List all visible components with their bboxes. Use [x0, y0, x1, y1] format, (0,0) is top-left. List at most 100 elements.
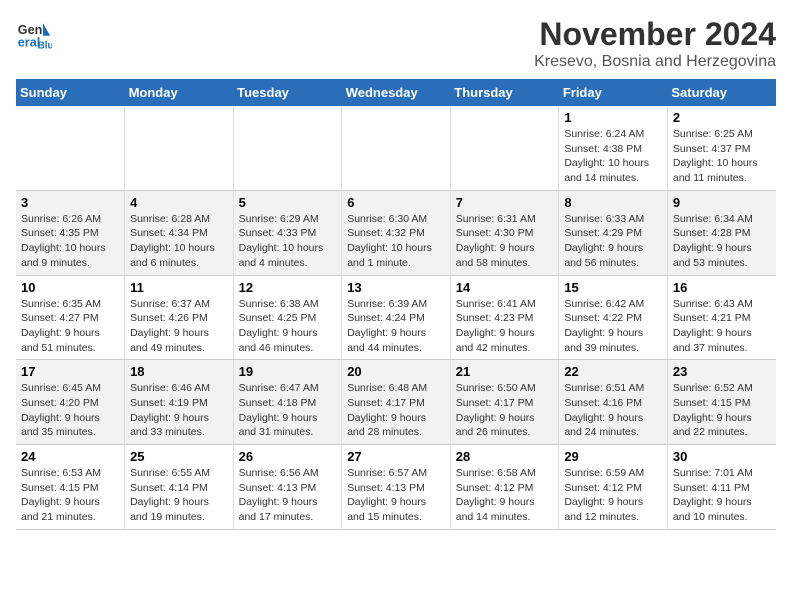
- day-info: Sunrise: 6:31 AM Sunset: 4:30 PM Dayligh…: [456, 212, 554, 271]
- day-number: 18: [130, 364, 228, 379]
- calendar-cell: 12Sunrise: 6:38 AM Sunset: 4:25 PM Dayli…: [233, 275, 342, 360]
- day-info: Sunrise: 6:55 AM Sunset: 4:14 PM Dayligh…: [130, 466, 228, 525]
- day-number: 5: [239, 195, 337, 210]
- calendar-cell: 29 Sunrise: 6:59 AM Sunset: 4:12 PM Dayli…: [559, 445, 668, 530]
- day-number: 29: [564, 449, 662, 464]
- day-number: 14: [456, 280, 554, 295]
- weekday-header-thursday: Thursday: [450, 79, 559, 106]
- day-number: 7: [456, 195, 554, 210]
- day-number: 21: [456, 364, 554, 379]
- day-info: Sunrise: 6:48 AM Sunset: 4:17 PM Dayligh…: [347, 381, 445, 440]
- day-number: 3: [21, 195, 119, 210]
- day-info: Sunrise: 6:24 AM Sunset: 4:38 PM Dayligh…: [564, 127, 662, 186]
- calendar-cell: 3 Sunrise: 6:26 AM Sunset: 4:35 PM Daylig…: [16, 190, 125, 275]
- calendar-cell: 24Sunrise: 6:53 AM Sunset: 4:15 PM Dayli…: [16, 445, 125, 530]
- day-number: 11: [130, 280, 228, 295]
- day-number: 6: [347, 195, 445, 210]
- day-number: 30: [673, 449, 771, 464]
- day-number: 27: [347, 449, 445, 464]
- day-number: 8: [564, 195, 662, 210]
- day-info: Sunrise: 6:29 AM Sunset: 4:33 PM Dayligh…: [239, 212, 337, 271]
- day-number: 1: [564, 110, 662, 125]
- day-number: 20: [347, 364, 445, 379]
- calendar-cell: 1 Sunrise: 6:24 AM Sunset: 4:38 PM Daylig…: [559, 106, 668, 190]
- day-info: Sunrise: 6:35 AM Sunset: 4:27 PM Dayligh…: [21, 297, 119, 356]
- weekday-header-sunday: Sunday: [16, 79, 125, 106]
- calendar-cell: 16 Sunrise: 6:43 AM Sunset: 4:21 PM Dayli…: [667, 275, 776, 360]
- day-number: 22: [564, 364, 662, 379]
- week-row-0: 1 Sunrise: 6:24 AM Sunset: 4:38 PM Daylig…: [16, 106, 776, 190]
- day-info: Sunrise: 6:56 AM Sunset: 4:13 PM Dayligh…: [239, 466, 337, 525]
- calendar-table: SundayMondayTuesdayWednesdayThursdayFrid…: [16, 79, 776, 530]
- day-number: 23: [673, 364, 771, 379]
- calendar-cell: 14 Sunrise: 6:41 AM Sunset: 4:23 PM Dayli…: [450, 275, 559, 360]
- calendar-cell: 30 Sunrise: 7:01 AM Sunset: 4:11 PM Dayli…: [667, 445, 776, 530]
- calendar-cell: 7 Sunrise: 6:31 AM Sunset: 4:30 PM Daylig…: [450, 190, 559, 275]
- day-info: Sunrise: 7:01 AM Sunset: 4:11 PM Dayligh…: [673, 466, 771, 525]
- day-info: Sunrise: 6:45 AM Sunset: 4:20 PM Dayligh…: [21, 381, 119, 440]
- day-number: 15: [564, 280, 662, 295]
- page-header: Gen eral Blue November 2024 Kresevo, Bos…: [16, 16, 776, 71]
- calendar-cell: [342, 106, 451, 190]
- weekday-header-friday: Friday: [559, 79, 668, 106]
- logo-icon: Gen eral Blue: [16, 16, 52, 52]
- day-number: 9: [673, 195, 771, 210]
- day-info: Sunrise: 6:33 AM Sunset: 4:29 PM Dayligh…: [564, 212, 662, 271]
- day-number: 25: [130, 449, 228, 464]
- day-info: Sunrise: 6:42 AM Sunset: 4:22 PM Dayligh…: [564, 297, 662, 356]
- day-info: Sunrise: 6:43 AM Sunset: 4:21 PM Dayligh…: [673, 297, 771, 356]
- calendar-cell: [233, 106, 342, 190]
- calendar-cell: 27 Sunrise: 6:57 AM Sunset: 4:13 PM Dayli…: [342, 445, 451, 530]
- day-number: 4: [130, 195, 228, 210]
- calendar-cell: 6 Sunrise: 6:30 AM Sunset: 4:32 PM Daylig…: [342, 190, 451, 275]
- calendar-cell: 11 Sunrise: 6:37 AM Sunset: 4:26 PM Dayli…: [125, 275, 234, 360]
- calendar-cell: 13Sunrise: 6:39 AM Sunset: 4:24 PM Dayli…: [342, 275, 451, 360]
- day-number: 26: [239, 449, 337, 464]
- month-title: November 2024: [534, 16, 776, 53]
- day-number: 17: [21, 364, 119, 379]
- day-info: Sunrise: 6:41 AM Sunset: 4:23 PM Dayligh…: [456, 297, 554, 356]
- location-title: Kresevo, Bosnia and Herzegovina: [534, 53, 776, 71]
- day-info: Sunrise: 6:58 AM Sunset: 4:12 PM Dayligh…: [456, 466, 554, 525]
- calendar-cell: [125, 106, 234, 190]
- calendar-cell: 15 Sunrise: 6:42 AM Sunset: 4:22 PM Dayli…: [559, 275, 668, 360]
- calendar-cell: 23 Sunrise: 6:52 AM Sunset: 4:15 PM Dayli…: [667, 360, 776, 445]
- day-number: 16: [673, 280, 771, 295]
- day-info: Sunrise: 6:30 AM Sunset: 4:32 PM Dayligh…: [347, 212, 445, 271]
- day-info: Sunrise: 6:25 AM Sunset: 4:37 PM Dayligh…: [673, 127, 771, 186]
- weekday-header-saturday: Saturday: [667, 79, 776, 106]
- calendar-cell: 2 Sunrise: 6:25 AM Sunset: 4:37 PM Daylig…: [667, 106, 776, 190]
- day-number: 19: [239, 364, 337, 379]
- calendar-cell: 25 Sunrise: 6:55 AM Sunset: 4:14 PM Dayli…: [125, 445, 234, 530]
- day-info: Sunrise: 6:26 AM Sunset: 4:35 PM Dayligh…: [21, 212, 119, 271]
- calendar-cell: 22 Sunrise: 6:51 AM Sunset: 4:16 PM Dayli…: [559, 360, 668, 445]
- day-info: Sunrise: 6:38 AM Sunset: 4:25 PM Dayligh…: [239, 297, 337, 356]
- calendar-cell: 26 Sunrise: 6:56 AM Sunset: 4:13 PM Dayli…: [233, 445, 342, 530]
- calendar-cell: 4Sunrise: 6:28 AM Sunset: 4:34 PM Daylig…: [125, 190, 234, 275]
- day-info: Sunrise: 6:51 AM Sunset: 4:16 PM Dayligh…: [564, 381, 662, 440]
- day-number: 13: [347, 280, 445, 295]
- day-info: Sunrise: 6:57 AM Sunset: 4:13 PM Dayligh…: [347, 466, 445, 525]
- day-number: 24: [21, 449, 119, 464]
- week-row-3: 17 Sunrise: 6:45 AM Sunset: 4:20 PM Dayli…: [16, 360, 776, 445]
- calendar-cell: 28 Sunrise: 6:58 AM Sunset: 4:12 PM Dayli…: [450, 445, 559, 530]
- day-info: Sunrise: 6:59 AM Sunset: 4:12 PM Dayligh…: [564, 466, 662, 525]
- weekday-header-monday: Monday: [125, 79, 234, 106]
- day-info: Sunrise: 6:52 AM Sunset: 4:15 PM Dayligh…: [673, 381, 771, 440]
- calendar-cell: 10 Sunrise: 6:35 AM Sunset: 4:27 PM Dayli…: [16, 275, 125, 360]
- day-number: 10: [21, 280, 119, 295]
- week-row-4: 24Sunrise: 6:53 AM Sunset: 4:15 PM Dayli…: [16, 445, 776, 530]
- calendar-cell: 21Sunrise: 6:50 AM Sunset: 4:17 PM Dayli…: [450, 360, 559, 445]
- day-info: Sunrise: 6:37 AM Sunset: 4:26 PM Dayligh…: [130, 297, 228, 356]
- week-row-2: 10 Sunrise: 6:35 AM Sunset: 4:27 PM Dayli…: [16, 275, 776, 360]
- day-number: 28: [456, 449, 554, 464]
- weekday-header-row: SundayMondayTuesdayWednesdayThursdayFrid…: [16, 79, 776, 106]
- weekday-header-tuesday: Tuesday: [233, 79, 342, 106]
- calendar-cell: 8 Sunrise: 6:33 AM Sunset: 4:29 PM Daylig…: [559, 190, 668, 275]
- calendar-cell: 18Sunrise: 6:46 AM Sunset: 4:19 PM Dayli…: [125, 360, 234, 445]
- calendar-cell: 19Sunrise: 6:47 AM Sunset: 4:18 PM Dayli…: [233, 360, 342, 445]
- calendar-cell: 9Sunrise: 6:34 AM Sunset: 4:28 PM Daylig…: [667, 190, 776, 275]
- calendar-cell: 5 Sunrise: 6:29 AM Sunset: 4:33 PM Daylig…: [233, 190, 342, 275]
- weekday-header-wednesday: Wednesday: [342, 79, 451, 106]
- day-number: 2: [673, 110, 771, 125]
